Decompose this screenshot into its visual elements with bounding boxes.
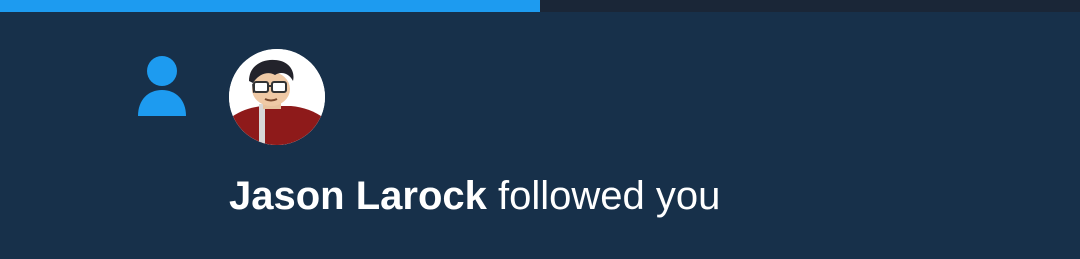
notifications-screen: Jason Larock followed you	[0, 0, 1080, 259]
user-name[interactable]: Jason Larock	[229, 174, 487, 218]
notification-message: Jason Larock followed you	[229, 172, 720, 220]
follow-notification[interactable]: Jason Larock followed you	[0, 12, 1080, 259]
loading-progress-fill	[0, 0, 540, 12]
person-icon	[138, 56, 186, 116]
loading-progress-bar	[0, 0, 1080, 12]
avatar[interactable]	[229, 49, 325, 145]
action-text: followed you	[486, 174, 721, 218]
